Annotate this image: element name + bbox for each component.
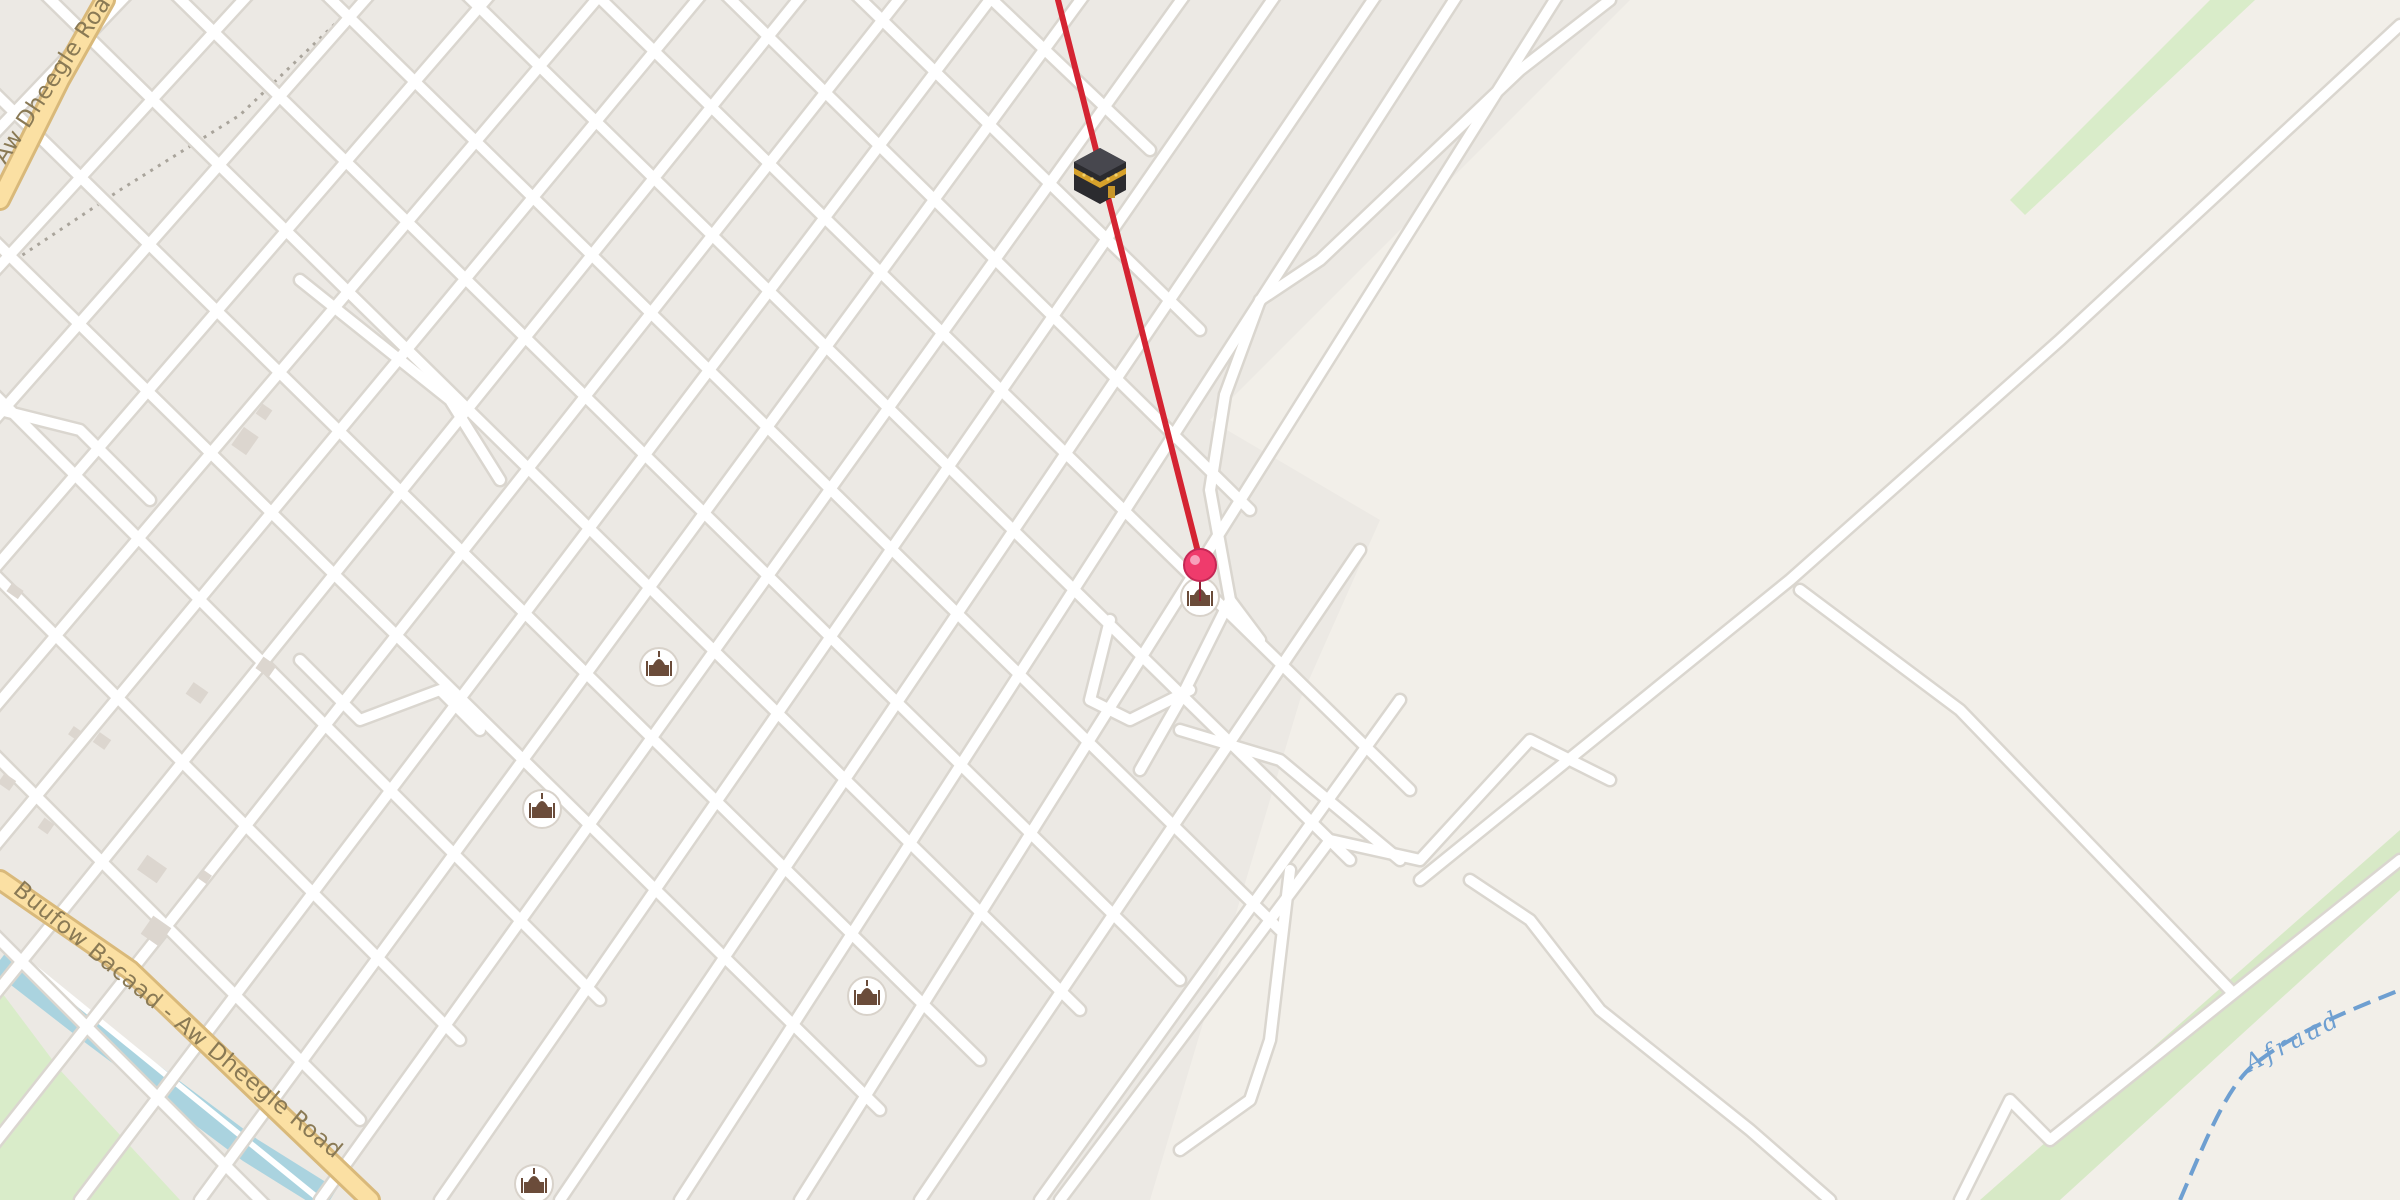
- map-canvas[interactable]: Buufow Bacaad - Aw Dheegle Road Aw Dheeg…: [0, 0, 2400, 1200]
- poi-marker[interactable]: [847, 976, 887, 1016]
- poi-marker[interactable]: [639, 647, 679, 687]
- poi-marker[interactable]: [522, 789, 562, 829]
- poi-marker[interactable]: [514, 1164, 554, 1200]
